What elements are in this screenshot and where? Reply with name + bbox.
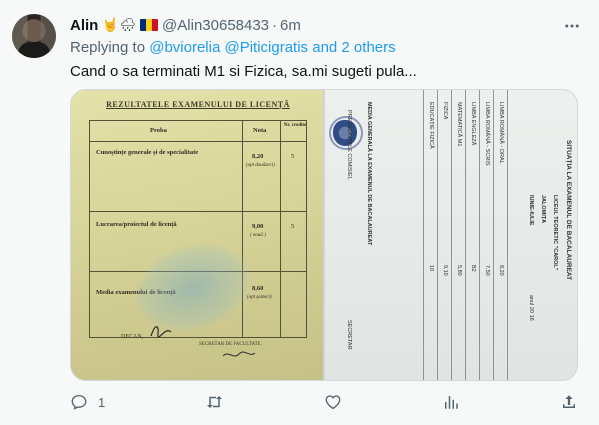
row1-words: (opt douăzeci) xyxy=(246,163,275,168)
col-proba: Proba xyxy=(150,127,167,134)
license-doc-title: REZULTATELE EXAMENULUI DE LICENȚĂ xyxy=(106,100,290,109)
row2-credits: 5 xyxy=(291,223,295,230)
bac-president: PREȘEDINTELE COMISIEI, xyxy=(346,110,352,180)
bac-city: JALOMIȚA xyxy=(540,195,546,224)
row1-label: Cunoștințe generale și de specialitate xyxy=(96,149,199,156)
bac-media-label: MEDIA GENERALĂ LA EXAMENUL DE BACALAUREA… xyxy=(366,102,372,246)
display-name[interactable]: Alin xyxy=(70,17,98,34)
col-nota: Nota xyxy=(253,127,267,134)
col-credits: Nr. credite xyxy=(283,123,307,128)
grade-2: 7,50 xyxy=(484,265,490,276)
retweet-icon xyxy=(207,396,223,408)
views-chart-icon xyxy=(445,396,458,409)
name-emojis: 🤘🌧 xyxy=(102,17,138,33)
more-options-button[interactable] xyxy=(560,14,584,38)
grade-6: 10 xyxy=(428,265,434,272)
bac-heading: SITUAȚIA LA EXAMENUL DE BACALAUREAT xyxy=(565,140,572,281)
mention-link-others[interactable]: @Piticigratis and 2 others xyxy=(224,39,395,56)
subject-6: EDUCAȚIE FIZICĂ xyxy=(428,102,434,149)
bac-secretary: SECRETAR xyxy=(346,320,352,350)
decan-label: DECAN, xyxy=(121,334,144,340)
tweet[interactable]: Alin 🤘🌧 @Alin30658433 · 6m Replying to @… xyxy=(0,0,599,425)
more-horizontal-icon xyxy=(565,24,579,28)
replying-to: Replying to @bviorelia @Piticigratis and… xyxy=(70,39,396,56)
row2-words: ( nouă ) xyxy=(250,233,266,238)
subject-5: FIZICA xyxy=(442,102,448,120)
row3-grade: 8,60 xyxy=(252,285,264,292)
row1-credits: 5 xyxy=(291,153,295,160)
reply-button[interactable]: 1 xyxy=(70,385,105,419)
bac-document-rotated: SITUAȚIA LA EXAMENUL DE BACALAUREAT LICE… xyxy=(325,90,577,380)
tweet-header: Alin 🤘🌧 @Alin30658433 · 6m xyxy=(70,15,301,35)
bac-year: anul 20 16 xyxy=(528,295,534,321)
bac-exam-photo[interactable]: SITUAȚIA LA EXAMENUL DE BACALAUREAT LICE… xyxy=(325,90,577,380)
license-exam-photo[interactable]: REZULTATELE EXAMENULUI DE LICENȚĂ Proba … xyxy=(71,90,323,380)
grade-5: 9,10 xyxy=(442,265,448,276)
secretar-signature xyxy=(222,351,256,357)
row2-label: Lucrarea/proiectul de licență xyxy=(96,221,177,228)
share-icon xyxy=(562,395,575,408)
row2-grade: 9,00 xyxy=(252,223,264,230)
like-heart-icon xyxy=(325,395,341,410)
tweet-media[interactable]: REZULTATELE EXAMENULUI DE LICENȚĂ Proba … xyxy=(70,89,578,381)
mention-link-bviorelia[interactable]: @bviorelia xyxy=(149,39,220,56)
share-button[interactable] xyxy=(560,385,578,419)
bac-session: IUNIE-IULIE xyxy=(528,195,534,226)
tweet-timestamp[interactable]: 6m xyxy=(280,17,301,34)
subject-1: LIMBA ROMÂNĂ - ORAL xyxy=(498,102,504,164)
like-button[interactable] xyxy=(324,385,342,419)
secretar-label: SECRETAR DE FACULTATE, xyxy=(199,342,262,347)
romania-flag-icon xyxy=(140,19,159,31)
grade-1: 8,20 xyxy=(498,265,504,276)
subject-2: LIMBA ROMÂNĂ - SCRIS xyxy=(484,102,490,166)
grade-4: 5,80 xyxy=(456,265,462,276)
user-handle[interactable]: @Alin30658433 xyxy=(162,17,269,34)
reply-count: 1 xyxy=(98,394,106,410)
decan-signature xyxy=(150,326,172,338)
grade-3: B2 xyxy=(470,265,476,272)
row3-words: (opt șaizeci) xyxy=(247,295,272,300)
reply-icon xyxy=(71,394,87,410)
avatar[interactable] xyxy=(12,14,56,58)
bac-school: LICEUL TEORETIC "CAROL" xyxy=(552,195,558,271)
tweet-actions: 1 xyxy=(70,385,578,419)
views-button[interactable] xyxy=(442,385,460,419)
separator-dot: · xyxy=(272,16,278,34)
subject-3: LIMBA ENGLEZĂ xyxy=(470,102,476,146)
row1-grade: 8,20 xyxy=(252,153,264,160)
subject-4: MATEMATICĂ M1 xyxy=(456,102,462,147)
replying-to-label: Replying to xyxy=(70,39,146,56)
retweet-button[interactable] xyxy=(205,385,224,419)
tweet-text: Cand o sa terminati M1 si Fizica, sa.mi … xyxy=(70,63,417,80)
